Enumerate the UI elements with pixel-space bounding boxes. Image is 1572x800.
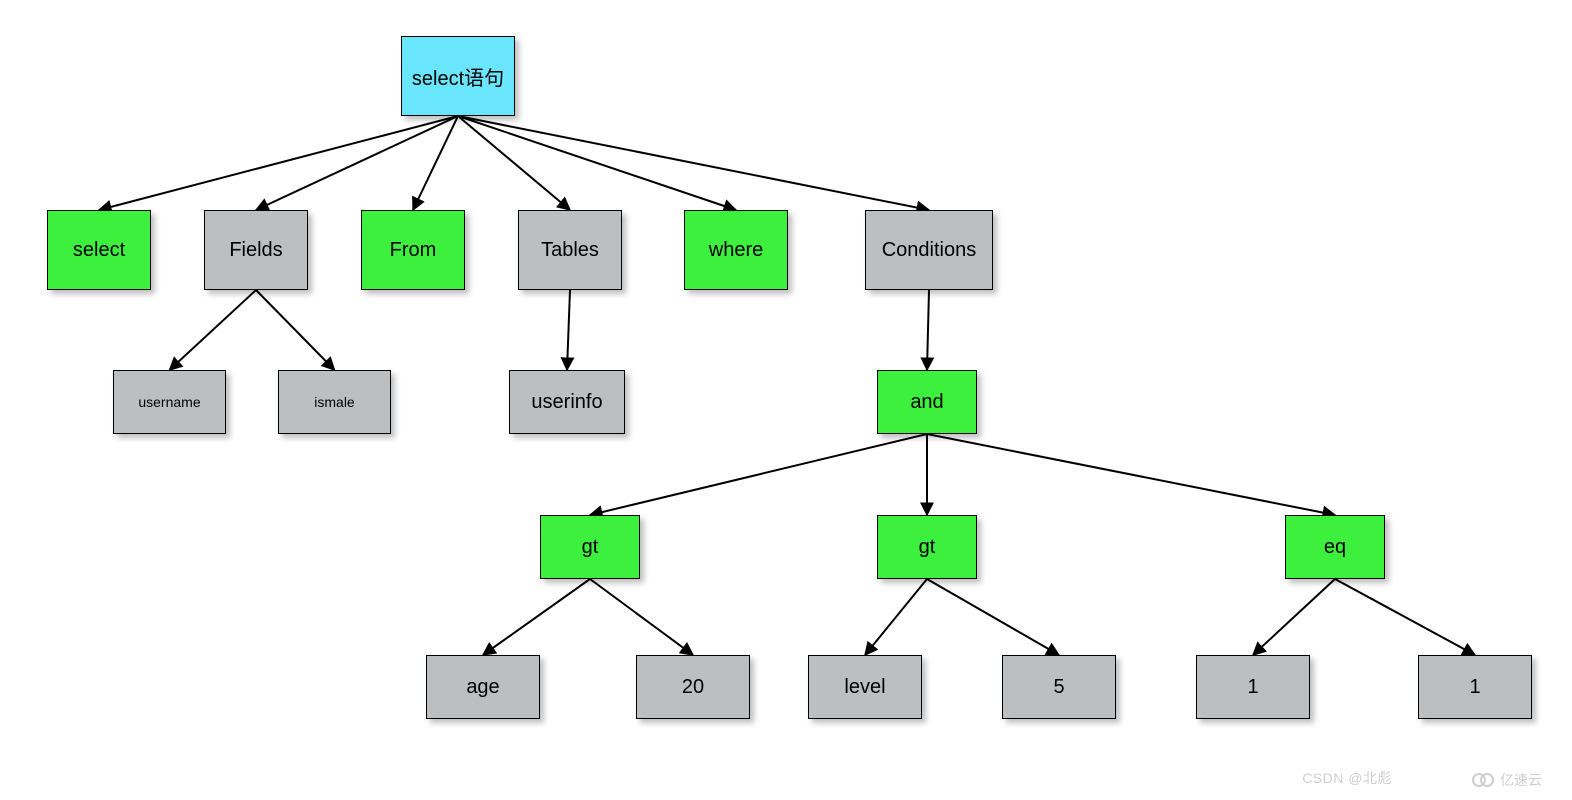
edge-gt2-v5 (927, 579, 1059, 655)
edge-root-from (413, 116, 458, 210)
node-where: where (684, 210, 788, 290)
node-eq: eq (1285, 515, 1385, 579)
node-fields-label: Fields (229, 239, 282, 262)
edge-eq-v1a (1253, 579, 1335, 655)
node-username: username (113, 370, 226, 434)
edge-tables-userinfo (567, 290, 570, 370)
edge-and-gt1 (590, 434, 927, 515)
node-ismale: ismale (278, 370, 391, 434)
edge-fields-username (170, 290, 257, 370)
watermark-csdn: CSDN @北彪 (1302, 768, 1392, 788)
node-fields: Fields (204, 210, 308, 290)
node-gt2: gt (877, 515, 977, 579)
node-conditions-label: Conditions (882, 239, 977, 262)
node-tables: Tables (518, 210, 622, 290)
edge-root-fields (256, 116, 458, 210)
node-v1a-label: 1 (1247, 676, 1258, 699)
edge-root-conditions (458, 116, 929, 210)
node-v1a: 1 (1196, 655, 1310, 719)
edge-layer (0, 0, 1572, 800)
edge-and-eq (927, 434, 1335, 515)
node-select: select (47, 210, 151, 290)
node-from: From (361, 210, 465, 290)
node-age: age (426, 655, 540, 719)
node-root-label: select语句 (412, 62, 504, 91)
node-select-label: select (73, 239, 125, 262)
node-and-label: and (910, 391, 943, 414)
edge-gt1-v20 (590, 579, 693, 655)
node-gt2-label: gt (919, 536, 936, 559)
node-and: and (877, 370, 977, 434)
edge-root-tables (458, 116, 570, 210)
node-gt1-label: gt (582, 536, 599, 559)
node-v5: 5 (1002, 655, 1116, 719)
node-ismale-label: ismale (314, 394, 354, 410)
node-where-label: where (709, 239, 763, 262)
node-from-label: From (390, 239, 437, 262)
edge-root-where (458, 116, 736, 210)
node-root: select语句 (401, 36, 515, 116)
edge-fields-ismale (256, 290, 335, 370)
node-v1b: 1 (1418, 655, 1532, 719)
node-v20-label: 20 (682, 676, 704, 699)
node-userinfo: userinfo (509, 370, 625, 434)
node-conditions: Conditions (865, 210, 993, 290)
node-age-label: age (466, 676, 499, 699)
watermark-yisu: 亿速云 (1472, 770, 1542, 790)
edge-conditions-and (927, 290, 929, 370)
node-v20: 20 (636, 655, 750, 719)
edge-gt2-level (865, 579, 927, 655)
node-userinfo-label: userinfo (531, 391, 602, 414)
node-v1b-label: 1 (1469, 676, 1480, 699)
node-v5-label: 5 (1053, 676, 1064, 699)
node-level: level (808, 655, 922, 719)
node-level-label: level (844, 676, 885, 699)
node-tables-label: Tables (541, 239, 599, 262)
node-eq-label: eq (1324, 536, 1346, 559)
infinity-icon (1472, 773, 1494, 787)
node-username-label: username (138, 394, 200, 410)
edge-eq-v1b (1335, 579, 1475, 655)
edge-gt1-age (483, 579, 590, 655)
watermark-yisu-text: 亿速云 (1500, 770, 1542, 790)
node-gt1: gt (540, 515, 640, 579)
edge-root-select (99, 116, 458, 210)
